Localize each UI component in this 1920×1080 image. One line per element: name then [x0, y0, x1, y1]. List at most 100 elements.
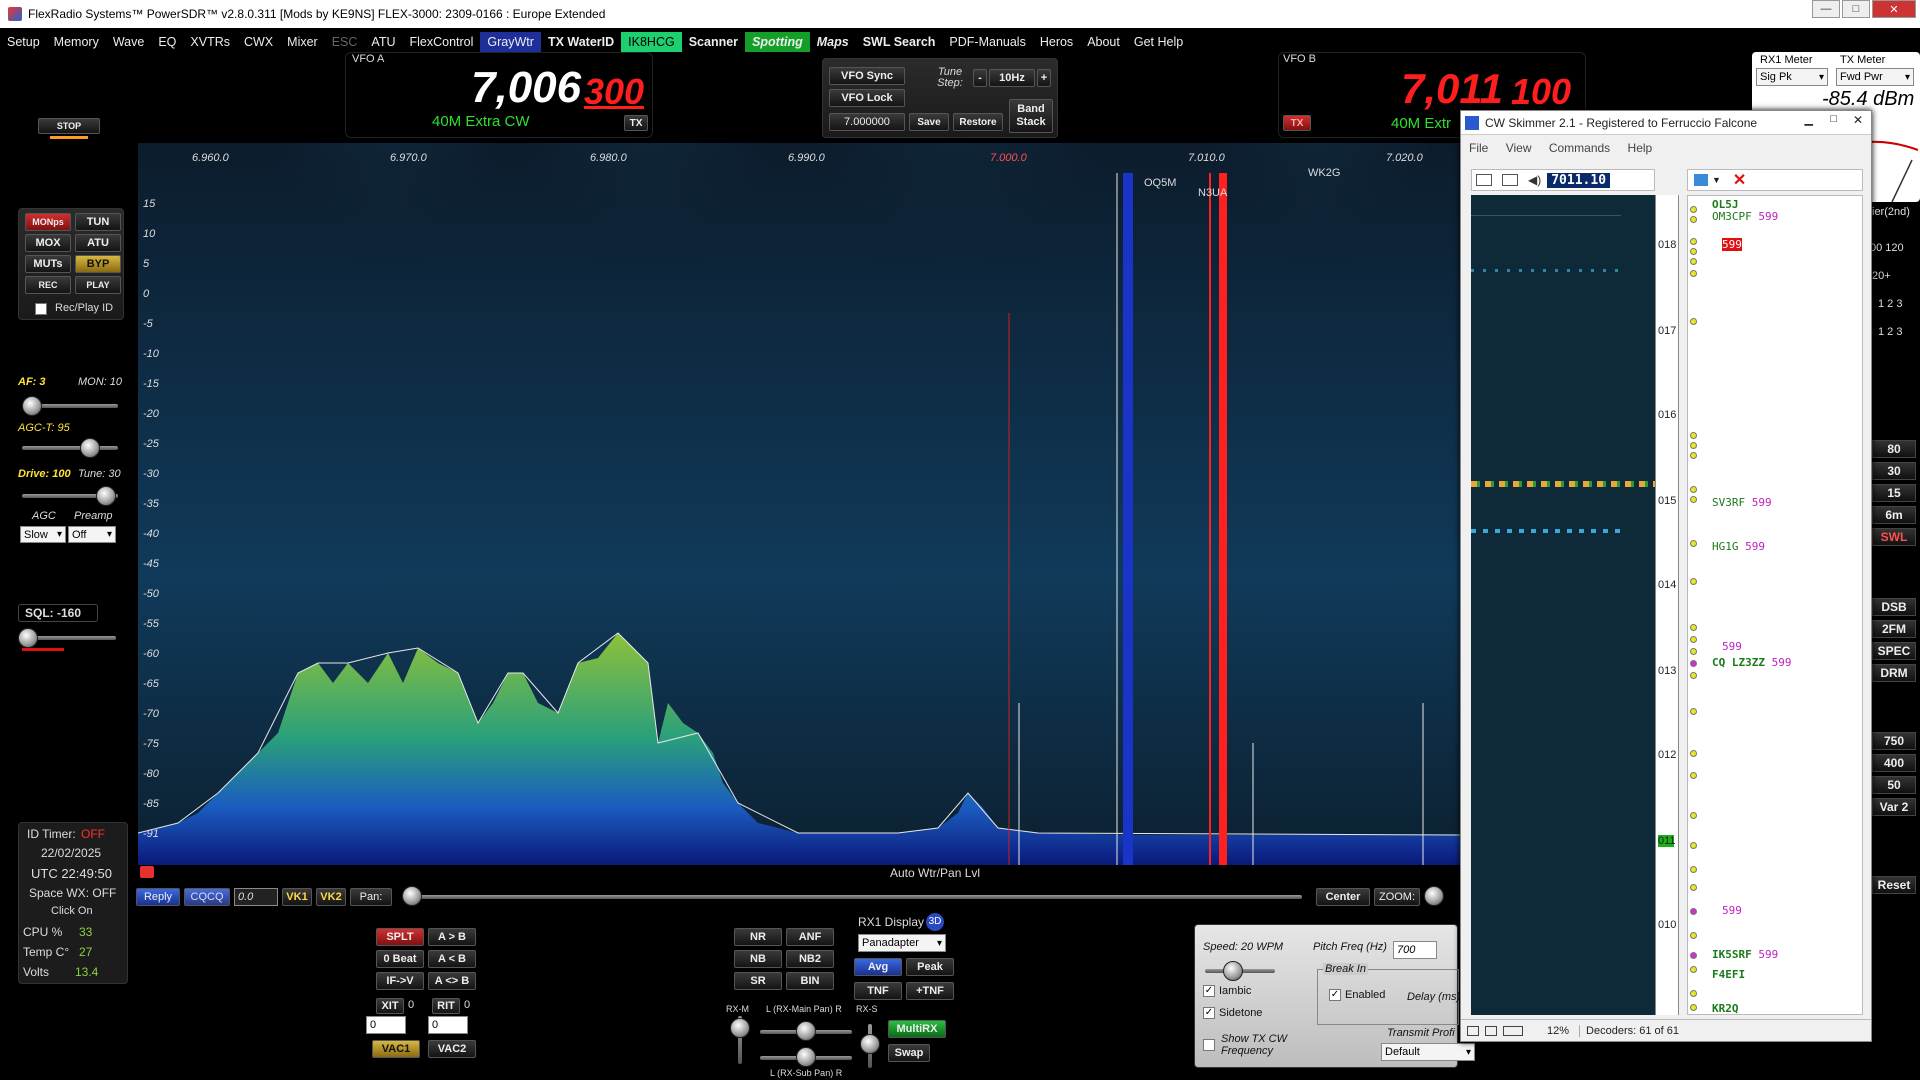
menu-pdf-manuals[interactable]: PDF-Manuals — [942, 32, 1032, 52]
vac1-button[interactable]: VAC1 — [372, 1040, 420, 1058]
rx-meter-select[interactable]: Sig Pk — [1756, 68, 1828, 86]
spot-call[interactable]: 599 — [1722, 640, 1742, 653]
vfo-sync-button[interactable]: VFO Sync — [829, 67, 905, 85]
show-tx-cw-checkbox[interactable] — [1203, 1039, 1215, 1051]
nb-button[interactable]: NB — [734, 950, 782, 968]
menu-get-help[interactable]: Get Help — [1127, 32, 1190, 52]
chevron-down-icon[interactable]: ▼ — [1712, 175, 1721, 185]
filter-750-button[interactable]: 750 — [1872, 732, 1916, 750]
spot-call[interactable]: HG1G 599 — [1712, 540, 1765, 553]
nb2-button[interactable]: NB2 — [786, 950, 834, 968]
radio-icon[interactable] — [1502, 174, 1518, 186]
band-80-button[interactable]: 80 — [1872, 440, 1916, 458]
menu-wave[interactable]: Wave — [106, 32, 152, 52]
vfo-b-tx-button[interactable]: TX — [1283, 115, 1311, 131]
menu-memory[interactable]: Memory — [47, 32, 106, 52]
plus-tnf-button[interactable]: +TNF — [906, 982, 954, 1000]
space-wx[interactable]: Space WX: OFF — [29, 886, 116, 900]
mode-spec-button[interactable]: SPEC — [1872, 642, 1916, 660]
cw-value-spinner[interactable]: 0.0 — [234, 888, 278, 906]
spot-filter-icon[interactable] — [1694, 174, 1708, 186]
skimmer-menu-commands[interactable]: Commands — [1549, 141, 1610, 155]
vac2-button[interactable]: VAC2 — [428, 1040, 476, 1058]
recplay-checkbox[interactable] — [35, 303, 47, 315]
minimize-button[interactable]: — — [1812, 0, 1840, 18]
menu-eq[interactable]: EQ — [151, 32, 183, 52]
vk2-button[interactable]: VK2 — [316, 888, 346, 906]
anf-button[interactable]: ANF — [786, 928, 834, 946]
drive-slider-knob[interactable] — [96, 486, 116, 506]
menu-spotting[interactable]: Spotting — [745, 32, 810, 52]
restore-button[interactable]: Restore — [953, 113, 1003, 131]
mon-button[interactable]: MONps — [25, 213, 71, 231]
vfo-b-freq-main[interactable]: 7,011 — [1401, 65, 1503, 113]
skimmer-menu-help[interactable]: Help — [1628, 141, 1653, 155]
skimmer-freq-display[interactable]: 7011.10 — [1547, 172, 1611, 188]
reply-button[interactable]: Reply — [136, 888, 180, 906]
menu-about[interactable]: About — [1080, 32, 1127, 52]
mode-drm-button[interactable]: DRM — [1872, 664, 1916, 682]
avg-button[interactable]: Avg — [854, 958, 902, 976]
skimmer-waterfall[interactable] — [1471, 195, 1655, 1015]
spot-call[interactable]: SV3RF 599 — [1712, 496, 1772, 509]
spot-label-wk2g[interactable]: WK2G — [1308, 167, 1340, 179]
mut-button[interactable]: MUTs — [25, 255, 71, 273]
multirx-button[interactable]: MultiRX — [888, 1020, 946, 1038]
band-stack-button[interactable]: Band Stack — [1009, 99, 1053, 133]
menu-flexcontrol[interactable]: FlexControl — [403, 32, 481, 52]
menu-tx-waterid[interactable]: TX WaterID — [541, 32, 621, 52]
spot-call[interactable]: 599 — [1722, 904, 1742, 917]
atu-button[interactable]: ATU — [75, 234, 121, 252]
nr-button[interactable]: NR — [734, 928, 782, 946]
filter-400-button[interactable]: 400 — [1872, 754, 1916, 772]
xit-spinner[interactable]: 0 — [366, 1016, 406, 1034]
maximize-button[interactable]: □ — [1842, 0, 1870, 18]
rx-s-knob[interactable] — [860, 1034, 880, 1054]
display-mode-select[interactable]: Panadapter — [858, 934, 946, 952]
camera-icon[interactable] — [140, 866, 154, 878]
mox-button[interactable]: MOX — [25, 234, 71, 252]
tune-step-minus[interactable]: - — [973, 69, 987, 87]
skimmer-menu-view[interactable]: View — [1506, 141, 1532, 155]
spot-call[interactable]: OM3CPF 599 — [1712, 210, 1778, 223]
rit-button[interactable]: RIT — [432, 998, 460, 1014]
vfo-a-tx-button[interactable]: TX — [624, 115, 648, 131]
menu-cwx[interactable]: CWX — [237, 32, 280, 52]
speaker-icon[interactable]: ◀) — [1528, 173, 1541, 187]
byp-button[interactable]: BYP — [75, 255, 121, 273]
a-from-b-button[interactable]: A < B — [428, 950, 476, 968]
iambic-checkbox[interactable]: ✓ — [1203, 985, 1215, 997]
play-button[interactable]: PLAY — [75, 276, 121, 294]
tx-meter-select[interactable]: Fwd Pwr — [1836, 68, 1914, 86]
vfo-a-freq-sub[interactable]: 300 — [584, 71, 644, 113]
menu-esc[interactable]: ESC — [325, 32, 365, 52]
a-to-b-button[interactable]: A > B — [428, 928, 476, 946]
tun-button[interactable]: TUN — [75, 213, 121, 231]
transmit-profile-select[interactable]: Default — [1381, 1043, 1475, 1061]
a-swap-b-button[interactable]: A <> B — [428, 972, 476, 990]
rec-button[interactable]: REC — [25, 276, 71, 294]
agct-slider[interactable] — [22, 446, 118, 450]
reset-button[interactable]: Reset — [1872, 876, 1916, 894]
sr-button[interactable]: SR — [734, 972, 782, 990]
skimmer-menu-file[interactable]: File — [1469, 141, 1488, 155]
tune-step-value[interactable]: 10Hz — [989, 69, 1035, 87]
menu-setup[interactable]: Setup — [0, 32, 47, 52]
sidetone-checkbox[interactable]: ✓ — [1203, 1007, 1215, 1019]
close-button[interactable]: ✕ — [1872, 0, 1916, 18]
skimmer-minimize-button[interactable]: ▁ — [1805, 113, 1813, 126]
mode-dsb-button[interactable]: DSB — [1872, 598, 1916, 616]
vfo-b-freq-sub[interactable]: 100 — [1511, 71, 1571, 113]
vk1-button[interactable]: VK1 — [282, 888, 312, 906]
filter-50-button[interactable]: 50 — [1872, 776, 1916, 794]
mode-2fm-button[interactable]: 2FM — [1872, 620, 1916, 638]
spot-call[interactable]: F4EFI — [1712, 968, 1745, 981]
main-pan-knob[interactable] — [796, 1021, 816, 1041]
center-button[interactable]: Center — [1316, 888, 1370, 906]
menu-heros[interactable]: Heros — [1033, 32, 1080, 52]
zoom-slider-knob[interactable] — [1424, 886, 1444, 906]
menu-mixer[interactable]: Mixer — [280, 32, 325, 52]
spot-label-oq5m[interactable]: OQ5M — [1144, 177, 1176, 189]
menu-swl-search[interactable]: SWL Search — [856, 32, 943, 52]
memory-freq-display[interactable]: 7.000000 — [829, 113, 905, 131]
